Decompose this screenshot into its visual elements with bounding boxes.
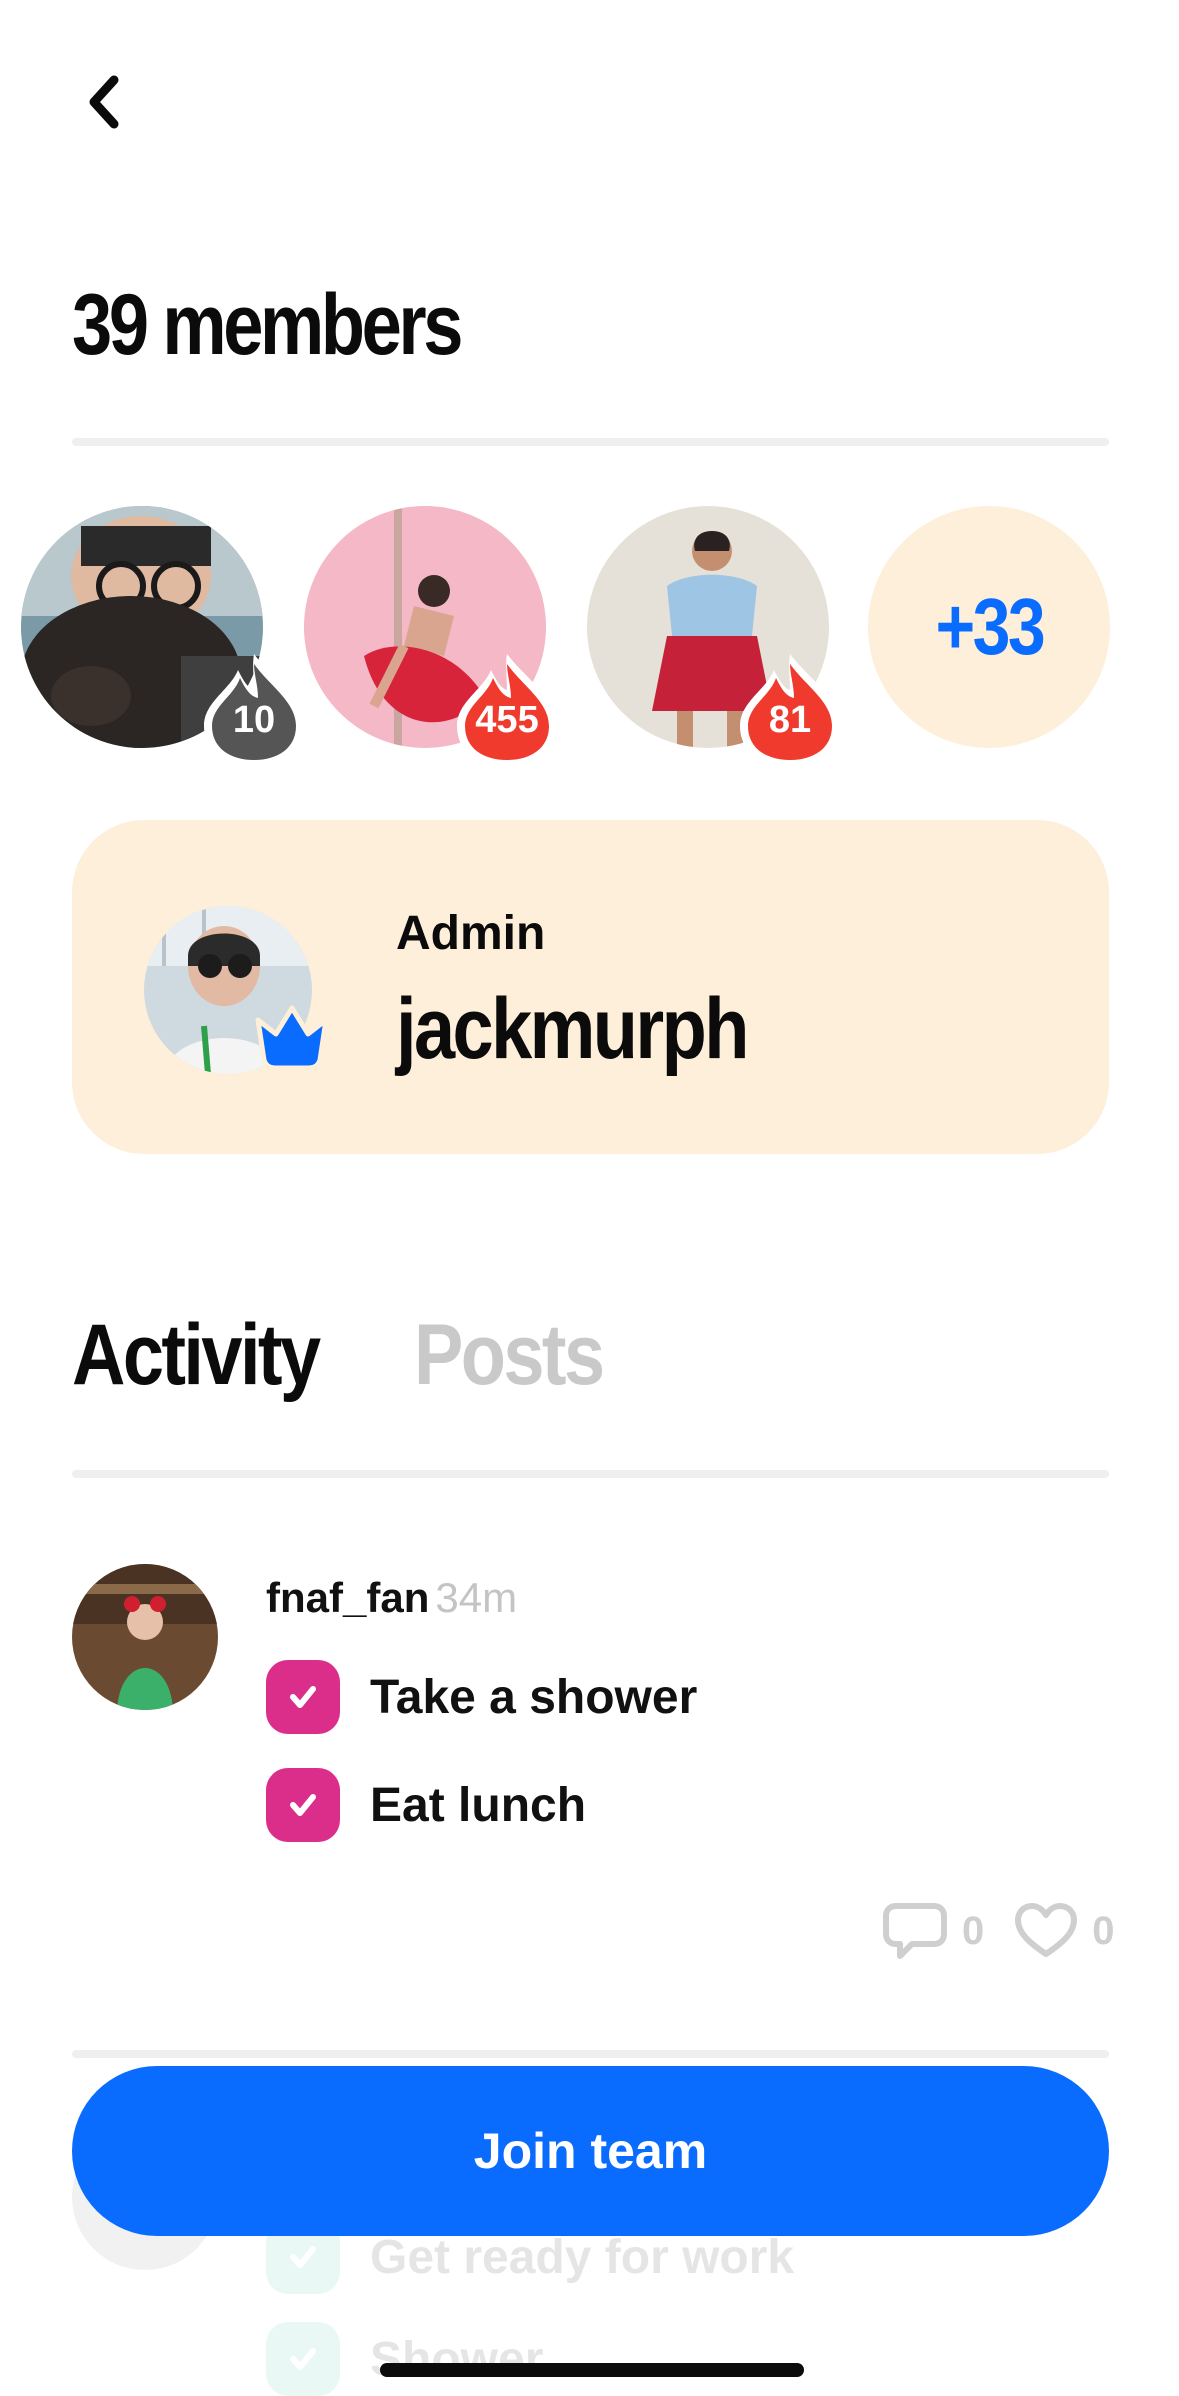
- home-indicator[interactable]: [380, 2363, 804, 2377]
- tab-posts[interactable]: Posts: [414, 1306, 605, 1405]
- task-label: Shower: [370, 2332, 544, 2386]
- page-title: 39 members: [72, 277, 463, 373]
- task-item: Shower: [266, 2322, 543, 2396]
- streak-badge: 81: [728, 648, 852, 772]
- checkmark-icon: [266, 1660, 340, 1734]
- admin-card[interactable]: Admin jackmurph: [72, 820, 1109, 1154]
- member-avatar-row[interactable]: 10 455 81 +33: [0, 506, 1179, 768]
- crown-icon: [255, 1005, 329, 1071]
- task-label: Get ready for work: [370, 2230, 795, 2284]
- activity-username[interactable]: fnaf_fan: [266, 1574, 429, 1621]
- comment-icon: [883, 1903, 947, 1959]
- checkmark-icon: [266, 1768, 340, 1842]
- activity-timestamp: 34m: [435, 1574, 518, 1621]
- chevron-left-icon: [89, 75, 119, 129]
- join-team-label: Join team: [473, 2123, 708, 2179]
- comment-count: 0: [962, 1908, 985, 1953]
- activity-username-line: fnaf_fan 34m: [266, 1574, 517, 1622]
- admin-username[interactable]: jackmurph: [396, 980, 749, 1079]
- more-members-button[interactable]: +33: [868, 506, 1110, 748]
- title-divider: [72, 438, 1109, 446]
- heart-icon: [1015, 1903, 1078, 1957]
- task-label: Take a shower: [370, 1670, 698, 1724]
- streak-badge: 455: [445, 648, 569, 772]
- admin-label: Admin: [396, 907, 546, 960]
- task-label: Eat lunch: [370, 1778, 587, 1832]
- comment-button[interactable]: 0: [882, 1900, 984, 1962]
- streak-badge: 10: [192, 648, 316, 772]
- avatar[interactable]: [72, 1564, 218, 1710]
- tab-bar: Activity Posts: [72, 1306, 605, 1405]
- more-members-count: +33: [935, 582, 1045, 671]
- task-item: Eat lunch: [266, 1768, 586, 1842]
- back-button[interactable]: [72, 60, 136, 144]
- like-count: 0: [1092, 1908, 1115, 1953]
- reaction-bar: 0 0: [852, 1900, 1115, 1962]
- tab-divider: [72, 1470, 1109, 1478]
- checkmark-icon: [266, 2322, 340, 2396]
- task-item: Take a shower: [266, 1660, 697, 1734]
- join-team-button[interactable]: Join team: [72, 2066, 1109, 2236]
- like-button[interactable]: 0: [1014, 1902, 1115, 1960]
- feed-divider: [72, 2050, 1109, 2058]
- tab-activity[interactable]: Activity: [72, 1306, 321, 1405]
